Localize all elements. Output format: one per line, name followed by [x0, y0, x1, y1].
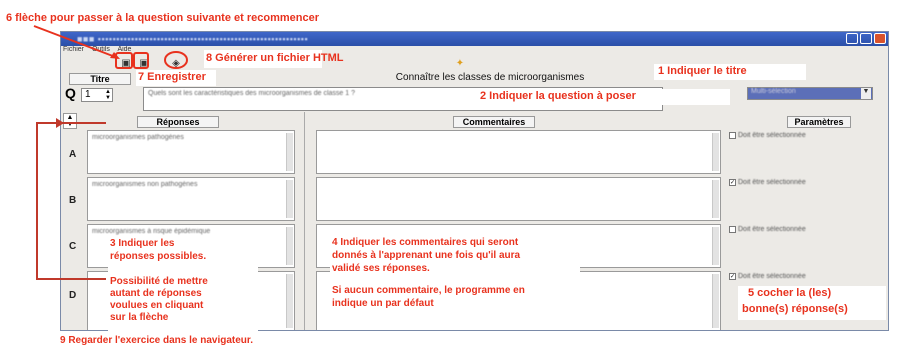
title-field[interactable]: Connaître les classes de microorganismes — [325, 72, 655, 83]
answer-text: microorganismes à risque épidémique — [92, 228, 211, 235]
annotation-answers-3: Possibilité de mettre — [110, 276, 208, 287]
checkmark-icon: ✓ — [729, 179, 736, 186]
menu-file[interactable]: Fichier — [63, 46, 84, 53]
row-label: D — [69, 290, 77, 301]
menu-tools[interactable]: Outils — [92, 46, 110, 53]
annotation-bracket-arrow — [36, 118, 64, 128]
annotation-comments-1: 4 Indiquer les commentaires qui seront — [332, 237, 519, 248]
annotation-answers-5: voulues en cliquant — [110, 300, 204, 311]
maximize-button[interactable] — [860, 33, 872, 44]
annotation-next-arrow: 6 flèche pour passer à la question suiva… — [6, 12, 320, 24]
param-label: Doit être sélectionnée — [738, 226, 806, 234]
answer-input[interactable]: microorganismes non pathogènes — [87, 177, 295, 221]
scrollbar[interactable] — [712, 180, 719, 218]
scrollbar[interactable] — [286, 133, 293, 171]
window-title: ■■■ ▪▪▪▪▪▪▪▪▪▪▪▪▪▪▪▪▪▪▪▪▪▪▪▪▪▪▪▪▪▪▪▪▪▪▪▪… — [77, 34, 309, 44]
title-bar: ■■■ ▪▪▪▪▪▪▪▪▪▪▪▪▪▪▪▪▪▪▪▪▪▪▪▪▪▪▪▪▪▪▪▪▪▪▪▪… — [61, 32, 888, 46]
title-label: Titre — [69, 73, 131, 85]
header-reponses: Réponses — [137, 116, 219, 128]
annotation-comments-5: indique un par défaut — [332, 298, 434, 309]
checkmark-icon: ✓ — [729, 273, 736, 280]
scrollbar[interactable] — [286, 180, 293, 218]
close-button[interactable] — [874, 33, 886, 44]
annotation-answers-2: réponses possibles. — [110, 251, 207, 262]
stepper-arrows-icon[interactable]: ▲ ▼ — [105, 89, 111, 101]
comment-input[interactable] — [316, 177, 721, 221]
menu-help[interactable]: Aide — [117, 46, 131, 53]
column-divider — [304, 112, 305, 330]
html-export-icon[interactable]: ◈ — [169, 57, 183, 70]
mode-select-value: Multi-sélection — [751, 88, 796, 95]
annotation-save: 7 Enregistrer — [138, 71, 206, 83]
minimize-button[interactable] — [846, 33, 858, 44]
help-icon[interactable]: ✦ — [453, 57, 467, 70]
annotation-question: 2 Indiquer la question à poser — [480, 90, 636, 102]
annotation-html: 8 Générer un fichier HTML — [206, 52, 344, 64]
annotation-answers-1: 3 Indiquer les — [110, 238, 175, 249]
param-label: Doit être sélectionnée — [738, 273, 806, 281]
header-commentaires: Commentaires — [453, 116, 535, 128]
annotation-browser: 9 Regarder l'exercice dans le navigateur… — [60, 335, 254, 346]
annotation-bracket — [36, 122, 106, 280]
question-label: Q — [65, 85, 76, 101]
scrollbar[interactable] — [712, 227, 719, 265]
save-as-icon[interactable]: ▣ — [137, 57, 151, 70]
param-label: Doit être sélectionnée — [738, 179, 806, 187]
annotation-comments-3: validé ses réponses. — [332, 263, 430, 274]
scrollbar[interactable] — [712, 133, 719, 171]
save-icon[interactable]: ▣ — [119, 57, 133, 70]
answer-input[interactable]: microorganismes pathogènes — [87, 130, 295, 174]
annotation-answers-4: autant de réponses — [110, 288, 202, 299]
annotation-title: 1 Indiquer le titre — [658, 65, 747, 77]
correct-checkbox[interactable]: Doit être sélectionnée — [729, 226, 806, 233]
chevron-down-icon: ▼ — [861, 88, 871, 99]
mode-select[interactable]: Multi-sélection ▼ — [747, 87, 873, 100]
question-text: Quels sont les caractéristiques des micr… — [148, 90, 355, 97]
scrollbar[interactable] — [286, 227, 293, 265]
param-label: Doit être sélectionnée — [738, 132, 806, 140]
scrollbar[interactable] — [286, 274, 293, 328]
annotation-correct-2: bonne(s) réponse(s) — [742, 303, 848, 315]
header-parametres: Paramètres — [787, 116, 851, 128]
answer-text: microorganismes non pathogènes — [92, 181, 198, 188]
question-number-stepper[interactable]: 1 ▲ ▼ — [81, 88, 113, 102]
question-number: 1 — [85, 89, 91, 100]
correct-checkbox[interactable]: Doit être sélectionnée — [729, 132, 806, 139]
annotation-comments-4: Si aucun commentaire, le programme en — [332, 285, 525, 296]
annotation-comments-2: donnés à l'apprenant une fois qu'il aura — [332, 250, 521, 261]
correct-checkbox[interactable]: ✓ Doit être sélectionnée — [729, 179, 806, 186]
scrollbar[interactable] — [712, 274, 719, 328]
annotation-correct-1: 5 cocher la (les) — [748, 287, 832, 299]
annotation-answers-6: sur la flèche — [110, 312, 169, 323]
comment-input[interactable] — [316, 130, 721, 174]
correct-checkbox[interactable]: ✓ Doit être sélectionnée — [729, 273, 806, 280]
